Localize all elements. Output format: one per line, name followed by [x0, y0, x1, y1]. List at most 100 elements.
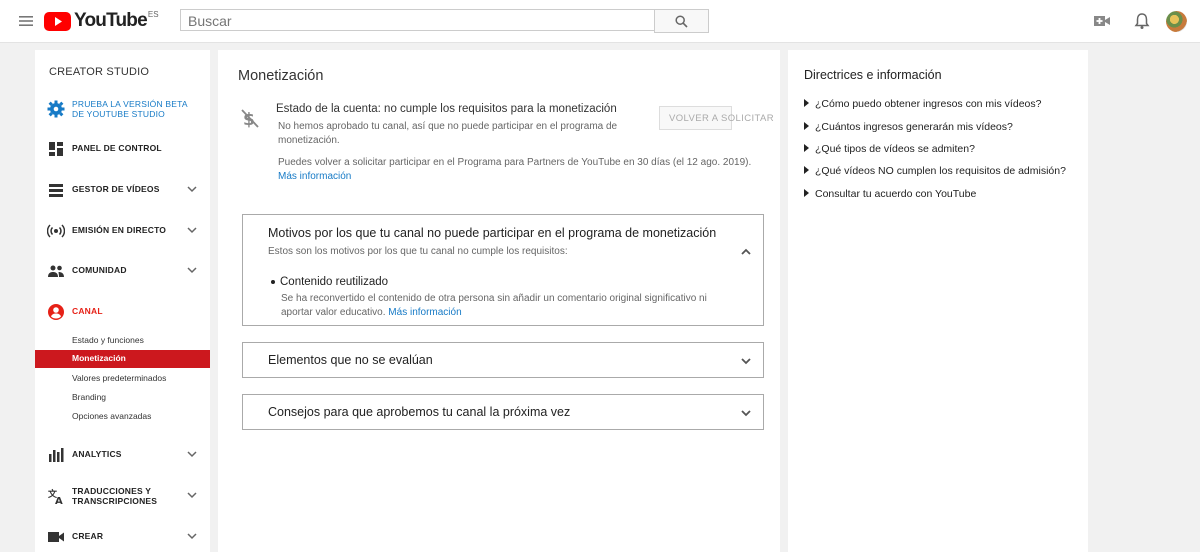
- sidebar-item-analytics[interactable]: ANALYTICS: [35, 442, 210, 468]
- chevron-down-icon[interactable]: [739, 406, 753, 420]
- account-status-title: Estado de la cuenta: no cumple los requi…: [276, 103, 617, 115]
- top-bar: YouTube ES: [0, 0, 1200, 43]
- guideline-link-1[interactable]: ¿Cómo puedo obtener ingresos con mis víd…: [804, 98, 1041, 110]
- country-code: ES: [147, 9, 159, 19]
- reason-title: Contenido reutilizado: [280, 276, 389, 288]
- sidebar-item-video-manager[interactable]: GESTOR DE VÍDEOS: [35, 177, 210, 203]
- hamburger-menu-icon[interactable]: [18, 13, 34, 29]
- sidebar-subitem-label: Valores predeterminados: [72, 373, 167, 383]
- guideline-link-2[interactable]: ¿Cuántos ingresos generarán mis vídeos?: [804, 121, 1013, 133]
- chevron-down-icon[interactable]: [739, 354, 753, 368]
- bullet-dot: [271, 280, 275, 284]
- reasons-panel-subtitle: Estos son los motivos por los que tu can…: [268, 246, 568, 257]
- chevron-down-icon[interactable]: [186, 530, 198, 542]
- sidebar-subitem-branding[interactable]: Branding: [35, 389, 210, 407]
- chevron-down-icon[interactable]: [186, 224, 198, 236]
- guideline-link-text: ¿Qué tipos de vídeos se admiten?: [815, 143, 975, 155]
- avatar[interactable]: [1166, 11, 1187, 32]
- guideline-link-text: Consultar tu acuerdo con YouTube: [815, 188, 977, 200]
- tips-panel-title: Consejos para que aprobemos tu canal la …: [268, 405, 571, 419]
- chevron-down-icon[interactable]: [186, 489, 198, 501]
- chevron-up-icon[interactable]: [739, 245, 753, 259]
- sidebar-item-channel[interactable]: CANAL: [35, 299, 210, 325]
- more-info-link[interactable]: Más información: [278, 171, 351, 182]
- reason-more-info-link[interactable]: Más información: [388, 307, 461, 318]
- guideline-link-4[interactable]: ¿Qué vídeos NO cumplen los requisitos de…: [804, 165, 1066, 177]
- not-evaluated-panel[interactable]: Elementos que no se evalúan: [242, 342, 764, 378]
- sidebar-subitem-label: Estado y funciones: [72, 335, 144, 345]
- guideline-link-text: ¿Cómo puedo obtener ingresos con mis víd…: [815, 98, 1042, 110]
- chevron-down-icon[interactable]: [186, 183, 198, 195]
- gear-icon: [47, 100, 65, 118]
- reapply-text: Puedes volver a solicitar participar en …: [278, 157, 752, 168]
- reapply-button[interactable]: VOLVER A SOLICITAR: [659, 106, 774, 130]
- triangle-right-icon: [804, 166, 809, 174]
- sidebar-item-label: TRADUCCIONES Y TRANSCRIPCIONES: [72, 486, 158, 506]
- sidebar-item-label: EMISIÓN EN DIRECTO: [72, 225, 167, 235]
- upload-video-icon[interactable]: [1093, 12, 1111, 30]
- video-list-icon: [49, 184, 63, 197]
- sidebar-title: CREATOR STUDIO: [49, 66, 150, 78]
- sidebar-subitem-defaults[interactable]: Valores predeterminados: [35, 370, 210, 388]
- reason-description: Se ha reconvertido el contenido de otra …: [281, 292, 741, 320]
- translate-icon: 文 A: [47, 488, 63, 505]
- bar-chart-icon: [49, 448, 64, 462]
- search-icon: [675, 14, 688, 28]
- account-circle-icon: [48, 304, 64, 320]
- reasons-panel-title: Motivos por los que tu canal no puede pa…: [268, 226, 717, 240]
- guidelines-title: Directrices e información: [804, 68, 942, 82]
- notifications-bell-icon[interactable]: [1133, 12, 1151, 30]
- search-button[interactable]: [654, 9, 709, 33]
- triangle-right-icon: [804, 144, 809, 152]
- svg-text:A: A: [55, 496, 63, 505]
- guideline-link-text: ¿Cuántos ingresos generarán mis vídeos?: [815, 121, 1013, 133]
- triangle-right-icon: [804, 189, 809, 197]
- chevron-down-icon[interactable]: [186, 448, 198, 460]
- live-broadcast-icon: [47, 224, 65, 238]
- tips-panel[interactable]: Consejos para que aprobemos tu canal la …: [242, 394, 764, 430]
- sidebar-subitem-advanced[interactable]: Opciones avanzadas: [35, 408, 210, 426]
- video-camera-icon: [48, 532, 64, 542]
- sidebar-item-label: ANALYTICS: [72, 449, 122, 459]
- youtube-play-icon: [44, 11, 71, 31]
- triangle-right-icon: [804, 99, 809, 107]
- creator-studio-sidebar: CREATOR STUDIO PRUEBA LA VERSIÓN BETA DE…: [35, 50, 210, 552]
- search-field[interactable]: [180, 9, 654, 32]
- youtube-logo[interactable]: YouTube ES: [44, 9, 159, 31]
- reapply-info: Puedes volver a solicitar participar en …: [278, 156, 778, 184]
- sidebar-item-label: PANEL DE CONTROL: [72, 143, 162, 153]
- sidebar-subitem-label: Branding: [72, 392, 107, 402]
- sidebar-subitem-monetization[interactable]: Monetización: [35, 350, 210, 368]
- logo-text: YouTube: [74, 10, 148, 31]
- search-input[interactable]: [186, 10, 653, 32]
- sidebar-item-translations[interactable]: 文 A TRADUCCIONES Y TRANSCRIPCIONES: [35, 483, 210, 509]
- page-title: Monetización: [238, 68, 324, 84]
- sidebar-item-label: CREAR: [72, 531, 104, 541]
- monetization-panel: Monetización $ Estado de la cuenta: no c…: [218, 50, 780, 552]
- guideline-link-text: ¿Qué vídeos NO cumplen los requisitos de…: [815, 165, 1066, 177]
- no-monetization-icon: $: [241, 109, 259, 129]
- sidebar-item-label: GESTOR DE VÍDEOS: [72, 184, 160, 194]
- sidebar-item-live[interactable]: EMISIÓN EN DIRECTO: [35, 218, 210, 244]
- people-icon: [48, 265, 64, 277]
- chevron-down-icon[interactable]: [186, 264, 198, 276]
- guidelines-panel: Directrices e información ¿Cómo puedo ob…: [788, 50, 1088, 552]
- dashboard-icon: [49, 142, 63, 156]
- not-evaluated-panel-title: Elementos que no se evalúan: [268, 353, 433, 367]
- guideline-link-5[interactable]: Consultar tu acuerdo con YouTube: [804, 188, 976, 200]
- sidebar-item-label: PRUEBA LA VERSIÓN BETA DE YOUTUBE STUDIO: [72, 99, 188, 119]
- reason-description-text: Se ha reconvertido el contenido de otra …: [281, 293, 707, 318]
- reasons-panel: Motivos por los que tu canal no puede pa…: [242, 214, 764, 326]
- sidebar-subitem-label: Monetización: [72, 353, 126, 363]
- sidebar-subitem-label: Opciones avanzadas: [72, 411, 152, 421]
- triangle-right-icon: [804, 122, 809, 130]
- sidebar-item-dashboard[interactable]: PANEL DE CONTROL: [35, 136, 210, 162]
- sidebar-item-studio-beta[interactable]: PRUEBA LA VERSIÓN BETA DE YOUTUBE STUDIO: [35, 96, 210, 122]
- sidebar-item-label: CANAL: [72, 306, 103, 316]
- sidebar-subitem-status[interactable]: Estado y funciones: [35, 332, 210, 350]
- sidebar-item-label: COMUNIDAD: [72, 265, 127, 275]
- sidebar-item-community[interactable]: COMUNIDAD: [35, 258, 210, 284]
- sidebar-item-create[interactable]: CREAR: [35, 524, 210, 550]
- account-status-description: No hemos aprobado tu canal, así que no p…: [278, 121, 618, 146]
- guideline-link-3[interactable]: ¿Qué tipos de vídeos se admiten?: [804, 143, 975, 155]
